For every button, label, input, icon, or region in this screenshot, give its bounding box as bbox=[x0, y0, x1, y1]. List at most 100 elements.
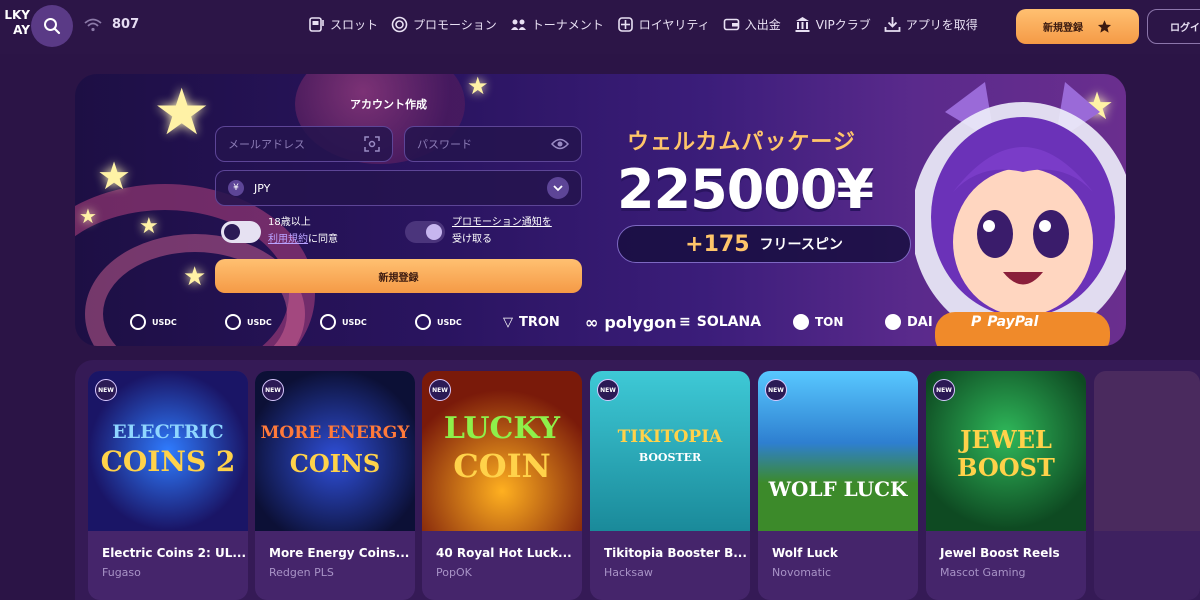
signup-submit-button[interactable]: 新規登録 bbox=[215, 259, 582, 293]
game-card[interactable]: TIKITOPIA BOOSTER NEW Tikitopia Booster … bbox=[590, 371, 750, 600]
password-placeholder: パスワード bbox=[417, 138, 472, 151]
search-icon bbox=[44, 18, 61, 35]
nav-get-app[interactable]: アプリを取得 bbox=[884, 16, 978, 33]
payment-usdc: USDC bbox=[415, 306, 462, 338]
game-card[interactable]: WOLF LUCK NEW Wolf Luck Novomatic bbox=[758, 371, 918, 600]
game-card[interactable]: MORE ENERGY COINS NEW More Energy Coins.… bbox=[255, 371, 415, 600]
register-label: 新規登録 bbox=[1043, 23, 1083, 34]
payment-paypal: P PayPal bbox=[971, 306, 1038, 338]
game-provider: PopOK bbox=[436, 566, 472, 579]
promo-notification-toggle[interactable] bbox=[405, 221, 445, 243]
star-icon: ★ bbox=[79, 204, 97, 228]
game-art-title: JEWEL bbox=[960, 425, 1052, 454]
paypal-icon: P bbox=[971, 314, 982, 330]
game-title: More Energy Coins... bbox=[269, 546, 410, 560]
game-card[interactable]: LUCKY COIN NEW 40 Royal Hot Luck... PopO… bbox=[422, 371, 582, 600]
tron-icon: ▽ bbox=[503, 314, 513, 330]
nav-loyalty[interactable]: ロイヤリティ bbox=[617, 16, 710, 33]
payment-label: TRON bbox=[519, 314, 560, 330]
game-provider: Hacksaw bbox=[604, 566, 653, 579]
nav-tournaments[interactable]: トーナメント bbox=[510, 16, 604, 33]
promotion-icon bbox=[391, 16, 408, 33]
search-button[interactable] bbox=[31, 5, 73, 47]
game-card[interactable]: ELECTRIC COINS 2 NEW Electric Coins 2: U… bbox=[88, 371, 248, 600]
age-label: 18歳以上 bbox=[268, 217, 311, 228]
nav-slots[interactable]: スロット bbox=[308, 16, 378, 33]
free-spins-label: フリースピン bbox=[759, 237, 843, 253]
game-provider: Mascot Gaming bbox=[940, 566, 1026, 579]
usdc-coin-icon bbox=[415, 314, 431, 330]
star-icon: ★ bbox=[467, 74, 489, 100]
password-field[interactable]: パスワード bbox=[404, 126, 582, 162]
chevron-down-icon bbox=[547, 177, 569, 199]
nav-label: VIPクラブ bbox=[815, 18, 871, 32]
nav-label: トーナメント bbox=[531, 18, 604, 32]
game-provider: Redgen PLS bbox=[269, 566, 334, 579]
game-art-title: LUCKY bbox=[443, 411, 561, 446]
game-art-title: BOOST bbox=[957, 453, 1055, 482]
game-art-title: MORE ENERGY bbox=[260, 423, 410, 443]
new-badge: NEW bbox=[95, 379, 117, 401]
payment-dai: DAI bbox=[885, 306, 933, 338]
email-placeholder: メールアドレス bbox=[228, 138, 305, 151]
game-art-title: COIN bbox=[453, 447, 551, 485]
payment-label: USDC bbox=[342, 317, 367, 327]
promo-label: プロモーション通知を 受け取る bbox=[452, 214, 552, 248]
terms-link[interactable]: 利用規約 bbox=[268, 234, 308, 245]
scan-icon[interactable] bbox=[364, 136, 380, 152]
download-icon bbox=[884, 17, 901, 32]
game-title: Electric Coins 2: UL... bbox=[102, 546, 247, 560]
star-icon: ★ bbox=[153, 76, 211, 150]
game-title: Jewel Boost Reels bbox=[940, 546, 1060, 560]
nav-promotions[interactable]: プロモーション bbox=[391, 16, 497, 33]
game-title: Wolf Luck bbox=[772, 546, 838, 560]
new-badge: NEW bbox=[933, 379, 955, 401]
usdc-coin-icon bbox=[130, 314, 146, 330]
polygon-icon: ∞ bbox=[585, 312, 599, 332]
nav-label: スロット bbox=[330, 18, 379, 32]
payment-usdc: USDC bbox=[130, 306, 177, 338]
top-header: LKY AY 807 スロット プロモーション トーナメント ロイヤリティ 入出… bbox=[0, 0, 1200, 54]
game-card-partial[interactable] bbox=[1094, 371, 1200, 600]
login-label: ログイ bbox=[1170, 23, 1200, 34]
new-badge: NEW bbox=[765, 379, 787, 401]
payment-label: USDC bbox=[152, 317, 177, 327]
payment-label: SOLANA bbox=[696, 314, 762, 330]
promo-label-line2: 受け取る bbox=[452, 234, 492, 245]
payment-label: USDC bbox=[437, 317, 462, 327]
header-login-button[interactable]: ログイ bbox=[1147, 9, 1200, 44]
nav-label: プロモーション bbox=[413, 18, 497, 32]
online-count: 807 bbox=[112, 17, 140, 32]
payment-usdc: USDC bbox=[320, 306, 367, 338]
site-logo[interactable]: LKY AY bbox=[0, 8, 30, 46]
payment-solana: ≡ SOLANA bbox=[679, 306, 761, 338]
payment-ton: TON bbox=[793, 306, 843, 338]
game-art-title: WOLF LUCK bbox=[768, 477, 908, 501]
ton-icon bbox=[793, 314, 809, 330]
submit-label: 新規登録 bbox=[378, 272, 419, 284]
nav-vip-club[interactable]: VIPクラブ bbox=[794, 16, 871, 33]
eye-icon[interactable] bbox=[551, 137, 569, 151]
game-art-title: TIKITOPIA bbox=[617, 427, 723, 447]
payment-label: USDC bbox=[247, 317, 272, 327]
slot-icon bbox=[309, 17, 324, 32]
game-card[interactable]: JEWEL BOOST NEW Jewel Boost Reels Mascot… bbox=[926, 371, 1086, 600]
vip-icon bbox=[795, 17, 810, 32]
new-badge: NEW bbox=[262, 379, 284, 401]
nav-cashier[interactable]: 入出金 bbox=[723, 16, 781, 33]
signup-title: アカウント作成 bbox=[350, 98, 427, 111]
payment-label: PayPal bbox=[987, 314, 1039, 330]
currency-select[interactable]: ¥ JPY bbox=[215, 170, 582, 206]
game-title: Tikitopia Booster B... bbox=[604, 546, 747, 560]
game-provider: Novomatic bbox=[772, 566, 832, 579]
payment-label: DAI bbox=[907, 314, 933, 330]
email-field[interactable]: メールアドレス bbox=[215, 126, 393, 162]
payment-methods-strip: USDC USDC USDC USDC ▽ TRON ∞ polygon ≡ SOLA… bbox=[75, 306, 1126, 338]
solana-icon: ≡ bbox=[679, 314, 691, 330]
wallet-icon bbox=[723, 18, 740, 31]
terms-suffix: に同意 bbox=[308, 234, 338, 245]
free-spins-badge: +175 フリースピン bbox=[617, 225, 911, 263]
star-icon: ★ bbox=[183, 262, 207, 292]
age-terms-toggle[interactable] bbox=[221, 221, 261, 243]
header-register-button[interactable]: 新規登録 bbox=[1016, 9, 1139, 44]
